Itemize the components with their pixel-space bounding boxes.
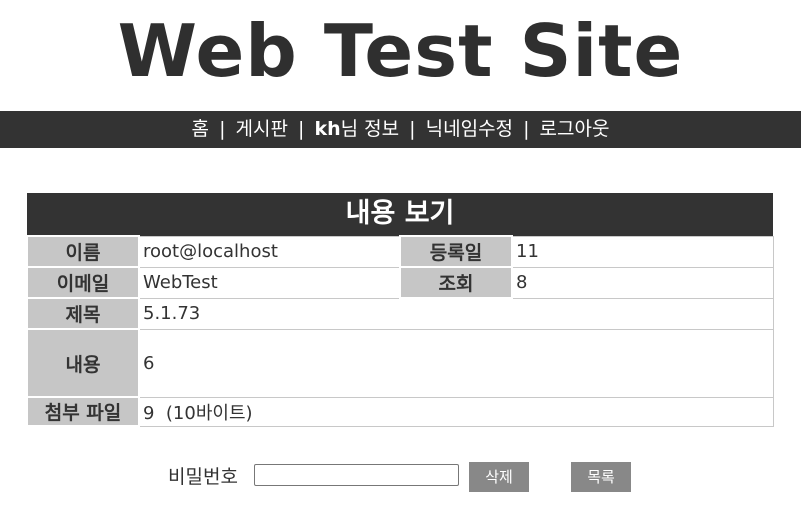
nav-user-info-suffix: 님 정보: [340, 118, 400, 140]
date-value: 11: [511, 235, 774, 268]
name-value: root@localhost: [138, 235, 401, 268]
table-row: 이름 root@localhost 등록일 11: [26, 235, 774, 268]
subject-value: 5.1.73: [138, 297, 774, 330]
nav-separator: |: [298, 118, 305, 140]
table-row: 이메일 WebTest 조회 8: [26, 266, 774, 299]
nav-board-link[interactable]: 게시판: [236, 118, 288, 140]
site-title: Web Test Site: [117, 9, 684, 93]
date-label: 등록일: [399, 235, 513, 268]
subject-label: 제목: [26, 297, 140, 330]
nav-user-id: kh: [314, 118, 341, 140]
password-label: 비밀번호: [168, 466, 238, 488]
nav-separator: |: [409, 118, 416, 140]
nav-user-info-link[interactable]: kh님 정보: [314, 118, 399, 140]
content-value: 6: [138, 328, 774, 398]
delete-form: 비밀번호 삭제 목록: [0, 460, 801, 494]
nav-separator: |: [219, 118, 226, 140]
views-value: 8: [511, 266, 774, 299]
attachment-size: (10바이트): [165, 402, 253, 424]
content-label: 내용: [26, 328, 140, 398]
nav-logout-link[interactable]: 로그아웃: [540, 118, 610, 140]
file-value: 9 (10바이트): [138, 396, 774, 427]
table-row: 첨부 파일 9 (10바이트): [26, 396, 774, 427]
name-label: 이름: [26, 235, 140, 268]
email-value: WebTest: [138, 266, 401, 299]
list-button[interactable]: 목록: [571, 462, 631, 492]
nav-home-link[interactable]: 홈: [192, 118, 209, 140]
email-label: 이메일: [26, 266, 140, 299]
password-input[interactable]: [254, 464, 459, 486]
delete-button[interactable]: 삭제: [469, 462, 529, 492]
top-navbar: 홈 | 게시판 | kh님 정보 | 닉네임수정 | 로그아웃: [0, 111, 801, 148]
nav-separator: |: [523, 118, 530, 140]
table-row: 내용 6: [26, 328, 774, 398]
post-view-caption: 내용 보기: [27, 193, 774, 236]
file-label: 첨부 파일: [26, 396, 140, 427]
table-row: 제목 5.1.73: [26, 297, 774, 330]
attachment-link[interactable]: 9: [143, 403, 154, 424]
views-label: 조회: [399, 266, 513, 299]
nav-nickname-edit-link[interactable]: 닉네임수정: [426, 118, 513, 140]
post-view-table: 내용 보기 이름 root@localhost 등록일 11 이메일 WebTe…: [26, 193, 774, 427]
